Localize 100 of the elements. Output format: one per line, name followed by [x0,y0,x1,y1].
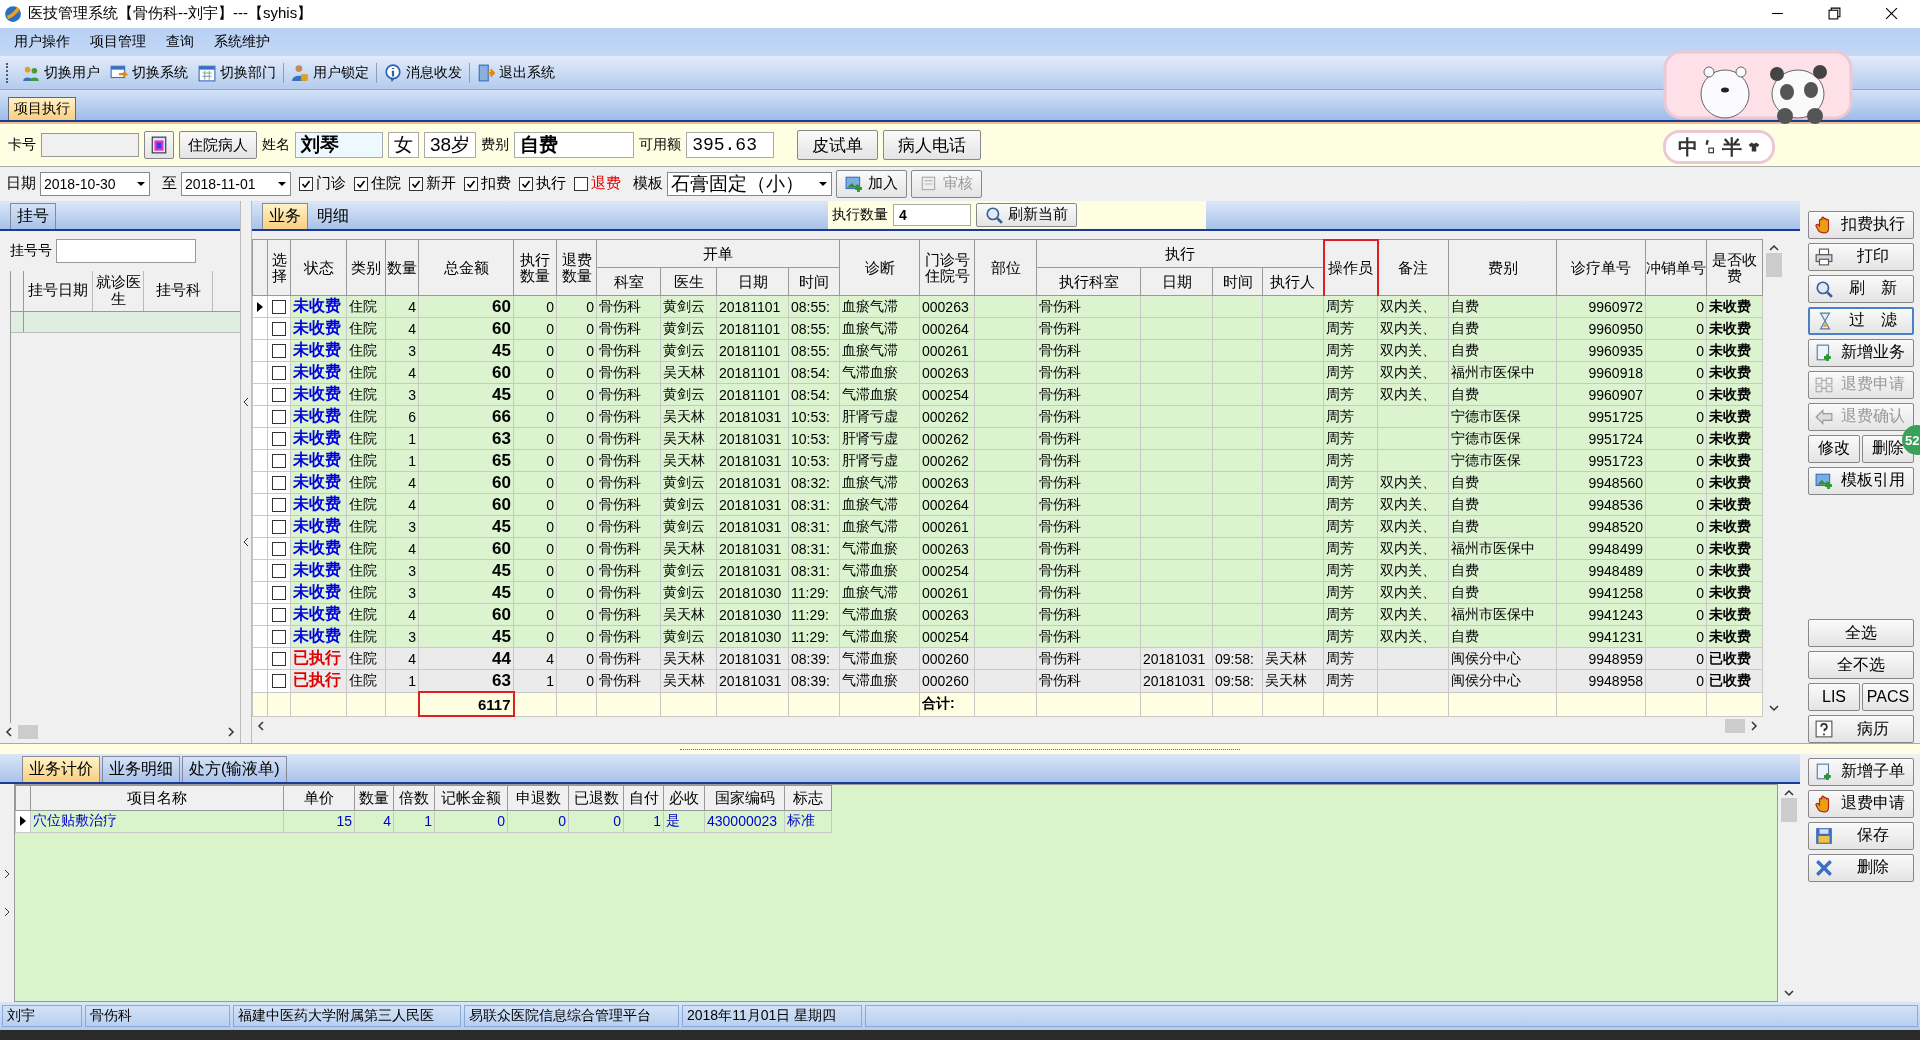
checkbox[interactable] [272,409,286,424]
menu-item[interactable]: 系统维护 [204,32,280,51]
checkbox[interactable] [272,519,286,534]
column-header[interactable]: 执行科室 [1036,267,1141,296]
checkbox[interactable] [272,431,286,446]
panel-tab[interactable]: 处方(输液单) [182,755,287,782]
action-button[interactable]: 皮试单 [797,130,879,161]
checkbox[interactable] [272,673,286,688]
width-mode-label[interactable]: 半 [1722,133,1742,161]
side-button[interactable]: 保存 [1808,821,1914,850]
scroll-up-icon[interactable] [1769,242,1779,253]
close-icon[interactable] [1885,7,1898,21]
scroll-up-icon[interactable] [1784,787,1794,798]
side-button[interactable]: 模板引用 [1808,466,1914,495]
scroll-thumb[interactable] [1766,252,1782,277]
scroll-thumb[interactable] [1781,797,1797,822]
column-header[interactable]: 日期 [1140,267,1213,296]
column-header[interactable]: 日期 [716,267,789,296]
column-header[interactable]: 医生 [660,267,717,296]
column-header[interactable]: 申退数 [507,785,569,811]
document-tab[interactable]: 项目执行 [8,97,76,121]
checkbox[interactable] [272,299,286,314]
side-button[interactable]: 修改 [1808,434,1860,463]
column-header[interactable]: 冲销单号 [1645,239,1707,296]
row-header[interactable] [252,295,268,318]
side-button[interactable]: 扣费执行 [1808,210,1914,239]
column-header[interactable]: 类别 [346,239,386,296]
column-header[interactable]: 单价 [283,785,355,811]
menu-item[interactable]: 项目管理 [80,32,156,51]
panel-tab[interactable]: 业务明细 [102,755,180,782]
checkbox[interactable] [272,651,286,666]
panel-tab[interactable]: 明细 [310,202,356,229]
scroll-right-icon[interactable] [1749,721,1759,732]
template-dropdown[interactable]: 石膏固定（小） [667,171,832,196]
column-header[interactable]: 项目名称 [30,785,284,811]
column-header[interactable]: 科室 [596,267,661,296]
menu-item[interactable]: 查询 [156,32,204,51]
toolbar-button[interactable]: 切换用户 [17,61,105,84]
column-header[interactable]: 执行人 [1262,267,1324,296]
checkbox[interactable] [272,497,286,512]
card-number-field[interactable] [41,133,139,158]
execute-count-field[interactable]: 4 [893,203,971,226]
panel-tab[interactable]: 业务计价 [22,755,100,782]
checkbox[interactable] [464,176,478,191]
column-header[interactable]: 挂号科 [144,270,213,311]
checkbox[interactable] [409,176,423,191]
checkbox[interactable] [272,607,286,622]
side-button[interactable]: 病历 [1808,715,1914,743]
card-reader-button[interactable] [144,131,174,160]
checkbox[interactable] [272,475,286,490]
side-button[interactable]: 退费申请 [1808,789,1914,818]
scroll-right-icon[interactable] [226,727,236,737]
registration-number-field[interactable] [56,238,196,263]
scroll-thumb[interactable] [1725,719,1745,734]
scroll-left-icon[interactable] [4,727,14,737]
column-header[interactable]: 门诊号住院号 [919,239,975,296]
column-header[interactable]: 状态 [290,239,347,296]
checkbox[interactable] [299,176,313,191]
toolbar-button[interactable]: 消息收发 [379,61,467,84]
toolbar-button[interactable]: 用户锁定 [286,61,374,84]
panel-tab[interactable]: 业务 [262,202,308,229]
column-header[interactable]: 标志 [784,785,832,811]
column-header[interactable]: 数量 [385,239,419,296]
refresh-button[interactable]: 刷新当前 [976,202,1077,227]
punctuation-icon[interactable] [1704,139,1716,155]
column-header[interactable]: 诊断 [839,239,920,296]
side-button[interactable]: 删除 [1808,853,1914,882]
checkbox[interactable] [272,453,286,468]
date-picker[interactable]: 2018-10-30 [40,171,150,196]
panel-tab[interactable]: 挂号 [10,202,56,229]
column-header[interactable]: 就诊医生 [93,270,144,311]
toolbar-button[interactable]: 切换部门 [193,61,281,84]
toolbar-button[interactable]: 退出系统 [472,61,560,84]
column-header[interactable]: 是否收费 [1706,239,1763,296]
column-header[interactable]: 费别 [1448,239,1557,296]
column-header[interactable]: 自付 [623,785,664,811]
side-button[interactable]: 新增业务 [1808,338,1914,367]
column-header[interactable]: 诊疗单号 [1556,239,1646,296]
column-header[interactable]: 倍数 [393,785,435,811]
checkbox[interactable] [272,365,286,380]
input-mode-label[interactable]: 中 [1678,133,1698,161]
checkbox[interactable] [272,321,286,336]
side-button[interactable]: 全不选 [1808,651,1914,679]
side-button[interactable]: 刷 新 [1808,274,1914,303]
scroll-left-icon[interactable] [256,721,266,732]
scroll-thumb[interactable] [18,725,38,739]
input-method-bar[interactable]: 中 半 [1663,130,1775,164]
toolbar-button[interactable]: 切换系统 [105,61,193,84]
side-button[interactable]: 打印 [1808,242,1914,271]
date-picker[interactable]: 2018-11-01 [181,171,291,196]
menu-item[interactable]: 用户操作 [4,32,80,51]
column-header[interactable]: 部位 [974,239,1037,296]
checkbox[interactable] [519,176,533,191]
column-header[interactable]: 记帐金额 [434,785,508,811]
patient-type-button[interactable]: 住院病人 [179,131,257,160]
column-header[interactable]: 挂号日期 [24,270,93,311]
column-header[interactable]: 总金额 [418,239,514,296]
checkbox[interactable] [272,563,286,578]
side-button[interactable]: 新增子单 [1808,757,1914,786]
checkbox[interactable] [272,541,286,556]
